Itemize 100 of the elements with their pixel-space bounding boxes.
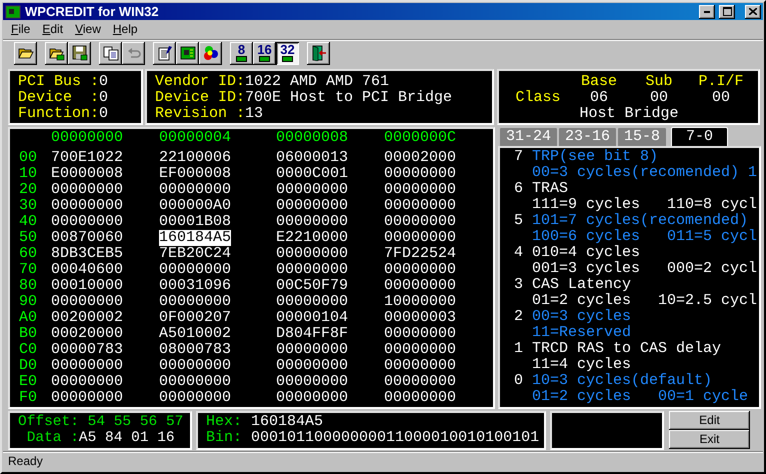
maximize-button[interactable] (719, 4, 735, 19)
hex-cell[interactable]: 00000000 (159, 262, 232, 278)
hex-cell[interactable]: 00000000 (159, 294, 232, 310)
field-value: 700E Host to PCI Bridge (245, 90, 452, 106)
hex-cell[interactable]: 00000000 (384, 262, 456, 278)
hex-cell[interactable]: 00000000 (384, 390, 456, 406)
hex-cell[interactable]: 00000000 (51, 358, 124, 374)
hex-cell[interactable]: 00000000 (159, 182, 232, 198)
hex-cell[interactable]: 00000000 (51, 182, 124, 198)
bit-range-tab[interactable]: 15-8 (617, 126, 668, 146)
hex-cell[interactable]: A5010002 (159, 326, 232, 342)
hex-cell[interactable]: E0000008 (51, 166, 124, 182)
hex-cell[interactable]: 7EB20C24 (159, 246, 232, 262)
hex-cell[interactable]: 00002000 (384, 150, 456, 166)
bit-range-tab[interactable]: 31-24 (499, 126, 558, 146)
hex-cell[interactable]: 00000000 (276, 294, 348, 310)
hex-cell[interactable]: 00000000 (384, 182, 456, 198)
toolbar-button[interactable] (68, 42, 91, 65)
minimize-icon (704, 10, 710, 13)
bit-range-tab[interactable]: 7-0 (671, 126, 728, 146)
hex-cell[interactable]: 00000783 (51, 342, 124, 358)
hex-cell[interactable]: 00000000 (384, 374, 456, 390)
hex-cell[interactable]: 00000000 (51, 390, 124, 406)
hex-cell[interactable]: 00000000 (276, 198, 348, 214)
hex-cell[interactable]: E2210000 (276, 230, 348, 246)
close-button[interactable] (745, 4, 761, 19)
hex-cell[interactable]: 00000000 (384, 326, 456, 342)
hex-cell[interactable]: 00010000 (51, 278, 124, 294)
hex-cell[interactable]: 06000013 (276, 150, 348, 166)
hex-cell[interactable]: 00000000 (159, 390, 232, 406)
hex-cell[interactable]: 00040600 (51, 262, 124, 278)
hex-cell[interactable]: 700E1022 (51, 150, 124, 166)
toolbar-button[interactable] (99, 42, 122, 65)
copy-icon (102, 45, 118, 62)
hex-cell[interactable]: 00000104 (276, 310, 348, 326)
hex-cell[interactable]: 7FD22524 (384, 246, 456, 262)
hex-cell[interactable]: 00000000 (384, 358, 456, 374)
hex-cell[interactable]: 22100006 (159, 150, 232, 166)
action-button[interactable]: Edit (669, 410, 750, 430)
hex-cell[interactable]: 00000000 (384, 214, 456, 230)
field-value: 1022 AMD AMD 761 (245, 74, 390, 90)
hex-cell[interactable]: D804FF8F (276, 326, 348, 342)
toolbar-button[interactable] (176, 42, 199, 65)
hex-cell[interactable]: 0000C001 (276, 166, 348, 182)
exit-door-icon (310, 45, 326, 62)
hex-cell[interactable]: 00C50F79 (276, 278, 348, 294)
minimize-button[interactable] (699, 4, 715, 19)
hex-cell[interactable]: 00000000 (159, 358, 232, 374)
row-offset: 30 (19, 198, 38, 214)
hex-cell[interactable]: 00000000 (276, 374, 348, 390)
bit-width-button[interactable]: 32 (276, 42, 299, 65)
hex-cell[interactable]: 00031096 (159, 278, 232, 294)
menu-item[interactable]: View (69, 22, 107, 36)
hex-cell[interactable]: 00000000 (384, 342, 456, 358)
hex-cell[interactable]: 10000000 (384, 294, 456, 310)
hex-cell[interactable]: 00020000 (51, 326, 124, 342)
toolbar-button[interactable] (153, 42, 176, 65)
action-button[interactable]: Exit (669, 430, 750, 449)
hex-cell[interactable]: 00001B08 (159, 214, 232, 230)
toolbar-button[interactable] (199, 42, 222, 65)
hex-cell[interactable]: 00000000 (276, 182, 348, 198)
bit-width-button[interactable]: 8 (230, 42, 253, 65)
hex-cell[interactable]: 00000000 (159, 374, 232, 390)
column-header: Base (580, 74, 618, 90)
menu-item[interactable]: Edit (36, 22, 70, 36)
hex-cell[interactable]: 0F000207 (159, 310, 232, 326)
hex-cell[interactable]: 00000000 (51, 374, 124, 390)
field-value: 0 (99, 106, 108, 122)
hex-cell[interactable]: 00000000 (276, 262, 348, 278)
bit-setting-text: CAS Latency (532, 276, 632, 293)
hex-cell[interactable]: 00000000 (51, 294, 124, 310)
menu-item[interactable]: Help (106, 22, 144, 36)
hex-cell[interactable]: 00000003 (384, 310, 456, 326)
hex-cell[interactable]: 000000A0 (159, 198, 232, 214)
menu-item[interactable]: File (5, 22, 36, 36)
toolbar-button[interactable] (45, 42, 68, 65)
hex-cell[interactable]: 00000000 (276, 342, 348, 358)
toolbar-button[interactable] (307, 42, 330, 65)
hex-cell[interactable]: 00000000 (384, 278, 456, 294)
hex-cell[interactable]: 00000000 (276, 358, 348, 374)
hex-cell[interactable]: 00000000 (384, 230, 456, 246)
hex-cell[interactable]: 00200002 (51, 310, 124, 326)
hex-cell[interactable]: 00000000 (384, 198, 456, 214)
bit-setting-text: TRP(see bit 8) (532, 148, 658, 165)
hex-cell[interactable]: 00870060 (51, 230, 124, 246)
hex-cell[interactable]: 160184A5 (159, 230, 232, 246)
hex-cell[interactable]: 00000000 (276, 214, 348, 230)
bit-width-button[interactable]: 16 (253, 42, 276, 65)
hex-cell[interactable]: 08000783 (159, 342, 232, 358)
hex-cell[interactable]: EF000008 (159, 166, 232, 182)
hex-cell[interactable]: 00000000 (384, 166, 456, 182)
field-label: Bin: (206, 428, 242, 446)
hex-cell[interactable]: 00000000 (51, 214, 124, 230)
hex-cell[interactable]: 00000000 (51, 198, 124, 214)
toolbar-button[interactable] (14, 42, 37, 65)
bit-range-tab[interactable]: 23-16 (558, 126, 618, 146)
field-label: PCI Bus : (18, 74, 100, 90)
hex-cell[interactable]: 8DB3CEB5 (51, 246, 124, 262)
hex-cell[interactable]: 00000000 (276, 246, 348, 262)
hex-cell[interactable]: 00000000 (276, 390, 348, 406)
